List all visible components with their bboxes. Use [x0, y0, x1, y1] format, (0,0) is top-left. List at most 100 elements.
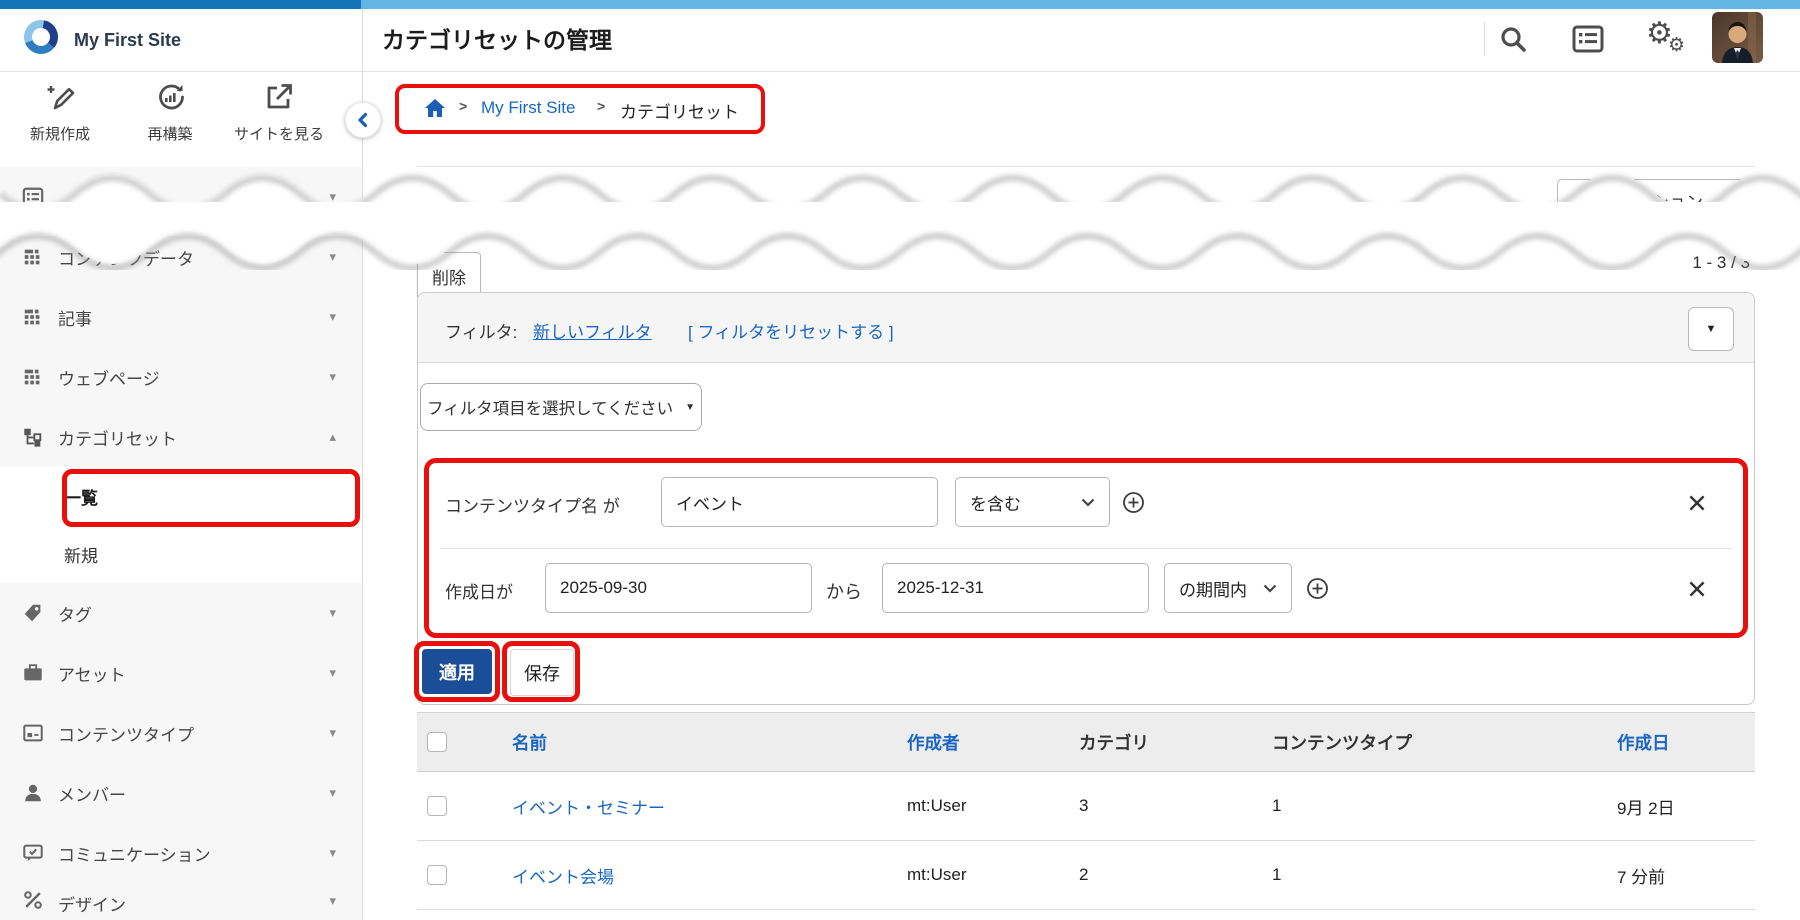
- asset-icon: [22, 662, 44, 684]
- sidebar-item-members[interactable]: メンバー ▾: [0, 763, 362, 824]
- filter-name-link[interactable]: 新しいフィルタ: [533, 318, 652, 343]
- filter-row1-operator-label: を含む: [970, 490, 1021, 515]
- remove-filter-row1-icon[interactable]: [1686, 492, 1708, 514]
- save-label: 保存: [524, 660, 560, 686]
- filter-row2-from-input[interactable]: [545, 563, 812, 613]
- toolbar-item-rebuild[interactable]: 再構築: [115, 82, 225, 156]
- filter-row2-to-input[interactable]: [882, 563, 1149, 613]
- list-panel-icon[interactable]: [1572, 24, 1604, 54]
- breadcrumb-separator: >: [597, 98, 605, 114]
- breadcrumb-site-link[interactable]: My First Site: [481, 98, 575, 118]
- member-icon: [22, 782, 44, 804]
- category-set-icon: [22, 426, 44, 448]
- filter-field-select-label: フィルタ項目を選択してください: [427, 395, 673, 419]
- chevron-down-icon: ▾: [329, 725, 336, 741]
- save-button[interactable]: 保存: [510, 649, 574, 696]
- sidebar-item-content-types[interactable]: コンテンツタイプ ▾: [0, 703, 362, 764]
- sidebar-item-content-data[interactable]: コンテンツデータ ▾: [0, 227, 362, 288]
- sidebar-item-label: ウェブページ: [58, 365, 160, 390]
- display-options-button[interactable]: 表示オプション ▼: [1557, 179, 1751, 222]
- chevron-down-icon: [1263, 584, 1277, 593]
- column-header-created[interactable]: 作成日: [1600, 730, 1755, 755]
- chevron-up-icon: ▴: [329, 429, 336, 445]
- filter-row2-operator-select[interactable]: の期間内: [1164, 563, 1292, 613]
- add-condition-icon[interactable]: [1306, 577, 1329, 600]
- chevron-down-icon: ▾: [329, 605, 336, 621]
- breadcrumb-separator: >: [459, 98, 467, 114]
- column-header-author[interactable]: 作成者: [890, 730, 1062, 755]
- filter-row1-value-input[interactable]: [661, 477, 938, 527]
- row-checkbox[interactable]: [427, 865, 447, 885]
- sidebar-item-communication[interactable]: コミュニケーション ▾: [0, 823, 362, 884]
- column-header-name[interactable]: 名前: [495, 730, 890, 755]
- table-header-row: 名前 作成者 カテゴリ コンテンツタイプ 作成日: [417, 712, 1755, 772]
- header-divider: [1484, 22, 1485, 56]
- chevron-down-icon: ▾: [329, 249, 336, 265]
- entry-icon: [22, 306, 44, 328]
- column-header-categories: カテゴリ: [1062, 730, 1255, 755]
- row-name-link[interactable]: イベント・セミナー: [495, 794, 890, 819]
- top-strip-light: [361, 0, 1800, 9]
- filter-reset-link[interactable]: [ フィルタをリセットする ]: [688, 318, 894, 343]
- sidebar-item-entries[interactable]: 記事 ▾: [0, 287, 362, 348]
- row-categories: 2: [1062, 865, 1255, 885]
- sidebar-item-label: カテゴリセット: [58, 425, 177, 450]
- collapse-sidebar-button[interactable]: [345, 102, 381, 138]
- row-content-types: 1: [1255, 796, 1600, 816]
- filter-panel-toggle-button[interactable]: ▼: [1688, 307, 1734, 351]
- sidebar-item-category-sets-list[interactable]: 一覧: [0, 467, 362, 526]
- filter-row2-operator-label: の期間内: [1179, 576, 1247, 601]
- filter-label: フィルタ:: [445, 318, 517, 343]
- sidebar-subitem-label: 一覧: [64, 484, 98, 509]
- display-options-label: 表示オプション: [1584, 188, 1703, 213]
- remove-filter-row2-icon[interactable]: [1686, 578, 1708, 600]
- chevron-down-icon: ▾: [329, 369, 336, 385]
- chevron-down-icon: ▾: [329, 665, 336, 681]
- filter-row2-field-label: 作成日が: [445, 578, 513, 603]
- toolbar-item-create[interactable]: 新規作成: [5, 82, 115, 156]
- filter-field-select-button[interactable]: フィルタ項目を選択してください ▼: [420, 383, 702, 431]
- site-name[interactable]: My First Site: [74, 30, 181, 51]
- home-icon[interactable]: [423, 97, 447, 119]
- sidebar-item-label: コンテンツデータ: [58, 245, 194, 270]
- gears-icon[interactable]: ⚙ ⚙: [1646, 16, 1690, 60]
- caret-down-icon: ▼: [1706, 323, 1717, 335]
- chevron-down-icon: ▾: [329, 189, 336, 205]
- row-checkbox[interactable]: [427, 796, 447, 816]
- chevron-down-icon: [1081, 498, 1095, 507]
- sidebar-item-category-sets-new[interactable]: 新規: [0, 525, 362, 584]
- sidebar-item-label: 記事: [58, 305, 92, 330]
- toolbar-item-view-site[interactable]: サイトを見る: [224, 82, 334, 156]
- app-window: My First Site カテゴリセットの管理 ⚙ ⚙: [0, 0, 1800, 920]
- breadcrumb-divider: [417, 166, 1755, 167]
- column-header-content-type: コンテンツタイプ: [1255, 730, 1600, 755]
- sidebar-item-webpages[interactable]: ウェブページ ▾: [0, 347, 362, 408]
- row-created: 7 分前: [1600, 863, 1755, 888]
- view-site-icon: [264, 82, 294, 112]
- sidebar-item-design[interactable]: デザイン ▾: [0, 883, 362, 920]
- sidebar-item-label: メンバー: [58, 781, 126, 806]
- row-name-link[interactable]: イベント会場: [495, 863, 890, 888]
- filter-row1-field-label: コンテンツタイプ名 が: [445, 492, 620, 517]
- toolbar-item-label: 新規作成: [5, 123, 115, 144]
- apply-button[interactable]: 適用: [422, 649, 492, 694]
- sidebar-item-label: コンテンツタイプ: [58, 721, 194, 746]
- search-icon[interactable]: [1498, 24, 1528, 54]
- table-row: イベント・セミナー mt:User 3 1 9月 2日: [417, 772, 1755, 841]
- sidebar-item-partial[interactable]: ▾: [0, 167, 362, 228]
- category-set-table: 名前 作成者 カテゴリ コンテンツタイプ 作成日 イベント・セミナー mt:Us…: [417, 712, 1755, 910]
- toolbar-item-label: サイトを見る: [224, 123, 334, 144]
- communication-icon: [22, 842, 44, 864]
- sidebar-item-assets[interactable]: アセット ▾: [0, 643, 362, 704]
- avatar[interactable]: [1712, 12, 1763, 63]
- apply-label: 適用: [439, 659, 475, 685]
- row-content-types: 1: [1255, 865, 1600, 885]
- pencil-plus-icon: [45, 82, 75, 112]
- select-all-checkbox[interactable]: [427, 732, 447, 752]
- add-condition-icon[interactable]: [1122, 491, 1145, 514]
- sidebar-item-category-sets[interactable]: カテゴリセット ▴: [0, 407, 362, 468]
- tag-icon: [22, 602, 44, 624]
- sidebar-item-tags[interactable]: タグ ▾: [0, 583, 362, 644]
- listing-count: 1 - 3 / 3: [1455, 253, 1750, 273]
- filter-row1-operator-select[interactable]: を含む: [955, 477, 1110, 527]
